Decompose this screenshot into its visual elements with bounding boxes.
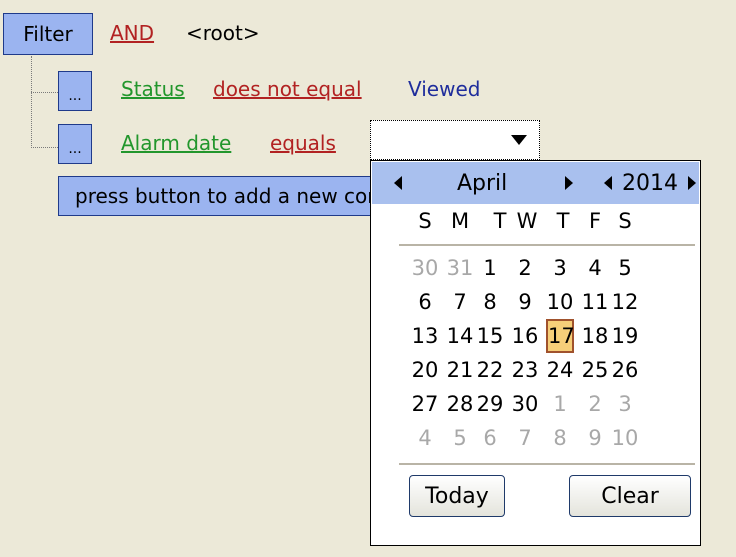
root-operator-link[interactable]: AND (110, 21, 154, 45)
day-cell[interactable]: 3 (546, 251, 574, 285)
month-label[interactable]: April (457, 171, 507, 196)
day-cell[interactable]: 1 (546, 387, 574, 421)
condition-1-comparator-link[interactable]: does not equal (213, 77, 362, 101)
add-condition-label: press button to add a new condition (75, 184, 377, 208)
condition-2-field-link[interactable]: Alarm date (121, 131, 231, 155)
condition-1-value[interactable]: Viewed (408, 77, 480, 101)
day-cell[interactable]: 19 (611, 319, 639, 353)
weekday-label: M (450, 209, 470, 233)
weekday-label: S (418, 209, 432, 233)
selected-day-cell[interactable]: 17 (546, 319, 575, 353)
add-condition-button[interactable]: press button to add a new condition (58, 176, 378, 216)
day-cell[interactable]: 29 (476, 387, 504, 421)
weekday-label: T (493, 209, 507, 233)
next-year-icon[interactable] (688, 176, 696, 190)
day-cell[interactable]: 30 (411, 251, 439, 285)
weekday-label: S (618, 209, 632, 233)
day-cell[interactable]: 26 (611, 353, 639, 387)
tree-connector-branch-1 (31, 92, 58, 93)
chevron-down-icon[interactable] (511, 135, 527, 145)
day-cell[interactable]: 18 (581, 319, 609, 353)
day-cell[interactable]: 5 (446, 421, 474, 455)
day-cell[interactable]: 23 (511, 353, 539, 387)
day-cell[interactable]: 30 (511, 387, 539, 421)
year-label[interactable]: 2014 (622, 171, 678, 196)
day-cell[interactable]: 10 (611, 421, 639, 455)
day-cell[interactable]: 7 (511, 421, 539, 455)
prev-year-icon[interactable] (604, 176, 612, 190)
day-cell[interactable]: 28 (446, 387, 474, 421)
condition-1-field-link[interactable]: Status (121, 77, 185, 101)
day-cell[interactable]: 10 (546, 285, 574, 319)
day-cell[interactable]: 7 (446, 285, 474, 319)
weekday-label: F (588, 209, 602, 233)
prev-month-icon[interactable] (394, 176, 402, 190)
condition-1-menu-button[interactable]: ... (58, 71, 92, 111)
day-cell[interactable]: 1 (476, 251, 504, 285)
footer-divider (399, 463, 695, 465)
day-cell[interactable]: 3 (611, 387, 639, 421)
day-cell[interactable]: 2 (581, 387, 609, 421)
day-cell[interactable]: 22 (476, 353, 504, 387)
day-cell[interactable]: 9 (511, 285, 539, 319)
day-cell[interactable]: 2 (511, 251, 539, 285)
day-cell[interactable]: 15 (476, 319, 504, 353)
weekday-label: T (556, 209, 570, 233)
day-cell[interactable]: 5 (611, 251, 639, 285)
condition-2-menu-button[interactable]: ... (58, 124, 92, 164)
day-cell[interactable]: 6 (476, 421, 504, 455)
calendar-header: April 2014 (372, 162, 699, 204)
day-cell[interactable]: 25 (581, 353, 609, 387)
day-cell[interactable]: 8 (546, 421, 574, 455)
day-cell[interactable]: 4 (411, 421, 439, 455)
date-value-combo[interactable] (370, 120, 540, 160)
filter-button[interactable]: Filter (3, 13, 93, 55)
day-cell[interactable]: 4 (581, 251, 609, 285)
condition-2-comparator-link[interactable]: equals (270, 131, 336, 155)
tree-connector-branch-2 (31, 147, 58, 148)
weekday-divider (399, 244, 695, 246)
next-month-icon[interactable] (565, 176, 573, 190)
day-cell[interactable]: 13 (411, 319, 439, 353)
day-cell[interactable]: 31 (446, 251, 474, 285)
day-cell[interactable]: 27 (411, 387, 439, 421)
day-cell[interactable]: 20 (411, 353, 439, 387)
day-cell[interactable]: 11 (581, 285, 609, 319)
day-cell[interactable]: 9 (581, 421, 609, 455)
weekday-label: W (516, 209, 538, 233)
day-cell[interactable]: 6 (411, 285, 439, 319)
day-cell[interactable]: 8 (476, 285, 504, 319)
day-cell[interactable]: 21 (446, 353, 474, 387)
today-button[interactable]: Today (409, 475, 505, 517)
root-label: <root> (186, 21, 260, 45)
calendar-popup: April 2014 S M T W T F S 30 31 1 2 3 4 5 6 7 8 9 10… (370, 160, 701, 546)
day-cell[interactable]: 16 (511, 319, 539, 353)
day-cell[interactable]: 14 (446, 319, 474, 353)
day-cell[interactable]: 12 (611, 285, 639, 319)
clear-button[interactable]: Clear (569, 475, 691, 517)
tree-connector-vertical (31, 56, 32, 148)
day-cell[interactable]: 24 (546, 353, 574, 387)
